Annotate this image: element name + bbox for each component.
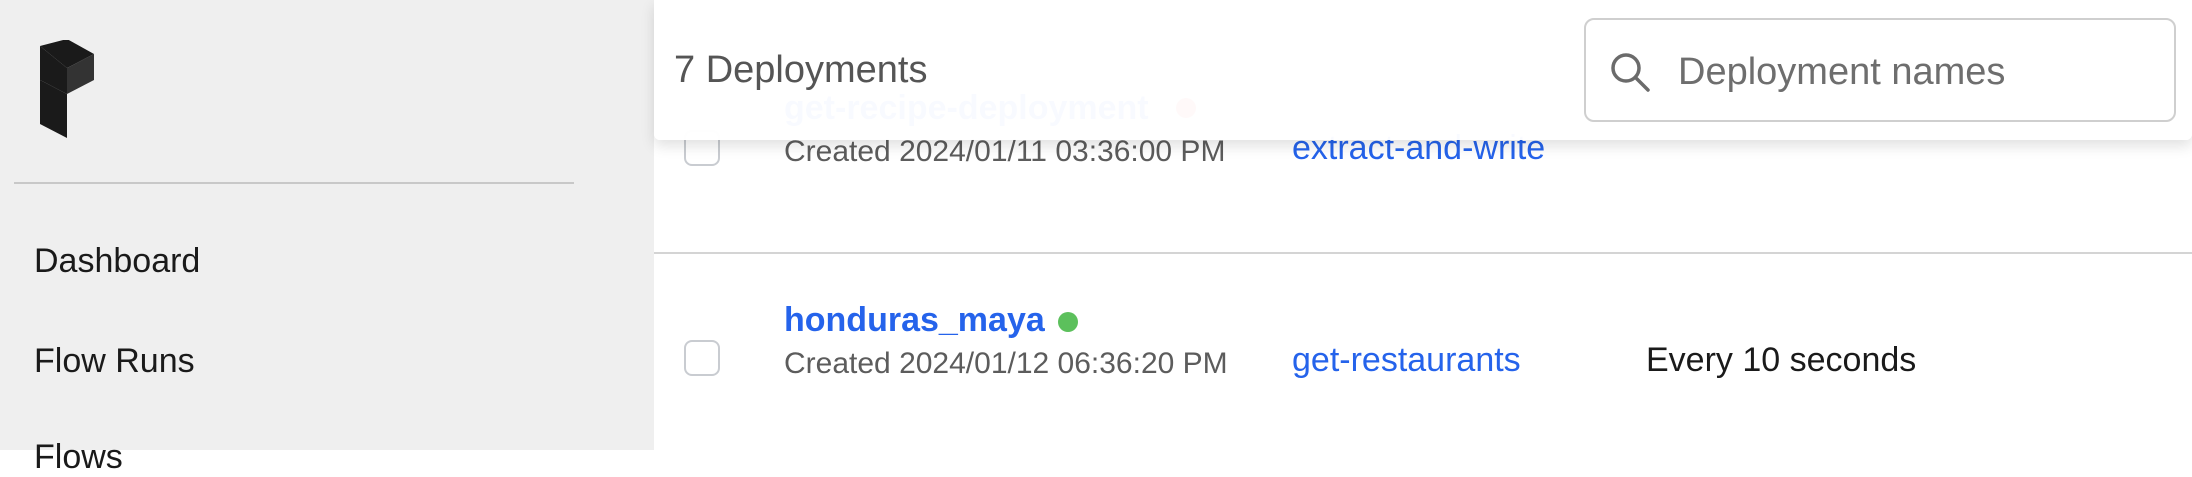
- sidebar-item-dashboard[interactable]: Dashboard: [34, 241, 200, 281]
- sidebar-item-flow-runs[interactable]: Flow Runs: [34, 341, 195, 381]
- row-divider: [654, 252, 2192, 254]
- prefect-logo-icon[interactable]: [34, 39, 100, 140]
- created-timestamp: Created 2024/01/12 06:36:20 PM: [784, 347, 1228, 380]
- sidebar-divider: [14, 182, 574, 184]
- status-dot: [1058, 312, 1078, 332]
- row-checkbox[interactable]: [684, 340, 720, 376]
- sidebar: Dashboard Flow Runs Flows: [0, 0, 654, 476]
- deployments-count-title: 7 Deployments: [674, 49, 928, 91]
- schedule-text: Every 10 seconds: [1646, 341, 1917, 379]
- search-icon: [1608, 50, 1652, 94]
- flow-link[interactable]: get-restaurants: [1292, 340, 1521, 380]
- deployment-name-link[interactable]: honduras_maya: [784, 300, 1045, 340]
- search-field[interactable]: [1584, 18, 2176, 122]
- search-input[interactable]: [1676, 44, 2160, 100]
- deployments-header: 7 Deployments: [654, 0, 2192, 140]
- sidebar-item-flows[interactable]: Flows: [34, 437, 123, 477]
